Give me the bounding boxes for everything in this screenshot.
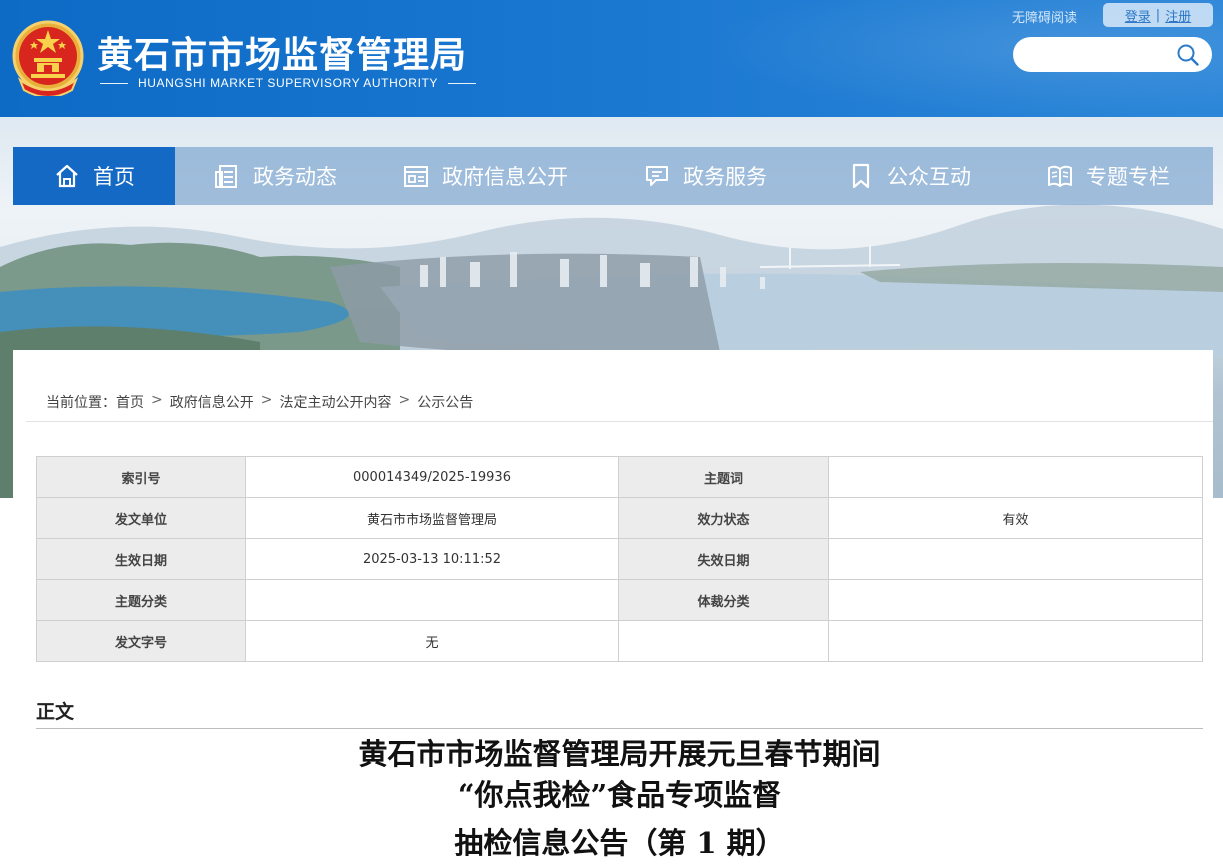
meta-key: 发文单位 — [36, 497, 246, 539]
info-disclosure-icon — [404, 166, 428, 187]
national-emblem-icon — [12, 20, 84, 96]
article-title-line-1: 黄石市市场监督管理局开展元旦春节期间 — [358, 737, 881, 771]
service-chat-icon — [646, 166, 668, 186]
breadcrumb-divider — [26, 421, 1213, 422]
meta-value — [828, 579, 1203, 621]
register-link[interactable]: 注册 — [1165, 6, 1191, 25]
document-metadata-table: 索引号 000014349/2025-19936 主题词 发文单位 黄石市市场监… — [36, 456, 1203, 662]
nav-item-topics[interactable]: 专题专栏 — [1003, 147, 1213, 205]
nav-item-home-label: 首页 — [93, 165, 135, 189]
nav-item-info-disclosure-label: 政府信息公开 — [442, 165, 568, 189]
meta-value — [828, 456, 1203, 498]
meta-key: 发文字号 — [36, 620, 246, 662]
bookmark-icon — [852, 163, 870, 189]
article-title: 黄石市市场监督管理局开展元旦春节期间 “你点我检”食品专项监督 抽检信息公告（第… — [36, 734, 1203, 864]
breadcrumb-separator: > — [260, 392, 273, 408]
main-nav: 首页 政务动态 政府信息公开 政务服务 公众互动 专题专栏 — [13, 147, 1213, 205]
body-section-label: 正文 — [36, 701, 75, 723]
breadcrumb-info-disclosure[interactable]: 政府信息公开 — [170, 392, 254, 412]
auth-box: 登录 | 注册 — [1103, 3, 1213, 27]
table-row: 发文单位 黄石市市场监督管理局 效力状态 有效 — [36, 497, 1203, 539]
nav-item-home[interactable]: 首页 — [13, 147, 175, 205]
nav-item-topics-label: 专题专栏 — [1086, 165, 1170, 189]
breadcrumb-statutory-content[interactable]: 法定主动公开内容 — [279, 392, 391, 412]
article-title-line-3: 抽检信息公告（第 1 期） — [454, 826, 785, 860]
meta-key: 效力状态 — [618, 497, 829, 539]
meta-key: 生效日期 — [36, 538, 246, 580]
meta-value: 有效 — [828, 497, 1203, 539]
accessible-reading-link[interactable]: 无障碍阅读 — [1012, 7, 1077, 26]
login-link[interactable]: 登录 — [1125, 6, 1151, 25]
body-divider — [36, 728, 1203, 729]
nav-item-services[interactable]: 政务服务 — [595, 147, 815, 205]
site-subtitle-text: HUANGSHI MARKET SUPERVISORY AUTHORITY — [138, 76, 439, 90]
auth-separator: | — [1155, 7, 1161, 23]
meta-value — [828, 538, 1203, 580]
breadcrumb-home[interactable]: 首页 — [116, 392, 144, 412]
search-box — [1013, 37, 1212, 72]
nav-item-services-label: 政务服务 — [683, 165, 767, 189]
article-title-line-2: “你点我检”食品专项监督 — [457, 778, 782, 812]
subtitle-right-rule — [448, 82, 477, 84]
meta-value — [828, 620, 1203, 662]
nav-item-interaction-label: 公众互动 — [887, 165, 971, 189]
breadcrumb-separator: > — [151, 392, 163, 408]
table-row: 生效日期 2025-03-13 10:11:52 失效日期 — [36, 538, 1203, 580]
meta-key: 失效日期 — [618, 538, 829, 580]
breadcrumb-prefix: 当前位置： — [46, 395, 116, 411]
nav-item-interaction[interactable]: 公众互动 — [815, 147, 1003, 205]
nav-item-news-label: 政务动态 — [253, 165, 337, 189]
meta-key: 主题词 — [618, 456, 829, 498]
news-icon — [215, 165, 237, 188]
site-header: 黄石市市场监督管理局 HUANGSHI MARKET SUPERVISORY A… — [0, 0, 1223, 117]
meta-value: 2025-03-13 10:11:52 — [245, 538, 619, 580]
subtitle-left-rule — [100, 82, 128, 84]
content-panel: 当前位置： 首页 > 政府信息公开 > 法定主动公开内容 > 公示公告 索引号 … — [13, 350, 1213, 865]
breadcrumb-separator: > — [398, 392, 411, 408]
meta-key: 索引号 — [36, 456, 246, 498]
meta-value: 黄石市市场监督管理局 — [245, 497, 619, 539]
meta-key: 体裁分类 — [618, 579, 829, 621]
open-book-icon — [1048, 165, 1072, 187]
meta-value: 无 — [245, 620, 619, 662]
table-row: 发文字号 无 — [36, 620, 1203, 662]
meta-value: 000014349/2025-19936 — [245, 456, 619, 498]
site-title: 黄石市市场监督管理局 — [97, 35, 468, 76]
breadcrumb: 当前位置： 首页 > 政府信息公开 > 法定主动公开内容 > 公示公告 — [46, 392, 473, 412]
search-input[interactable] — [1027, 46, 1176, 63]
site-subtitle: HUANGSHI MARKET SUPERVISORY AUTHORITY — [100, 76, 477, 90]
meta-value — [245, 579, 619, 621]
table-row: 索引号 000014349/2025-19936 主题词 — [36, 456, 1203, 498]
breadcrumb-announcements[interactable]: 公示公告 — [417, 392, 473, 412]
home-icon — [56, 164, 78, 188]
meta-key — [618, 620, 829, 662]
meta-key: 主题分类 — [36, 579, 246, 621]
search-icon[interactable] — [1176, 43, 1200, 67]
nav-item-info-disclosure[interactable]: 政府信息公开 — [375, 147, 595, 205]
table-row: 主题分类 体裁分类 — [36, 579, 1203, 621]
nav-item-news[interactable]: 政务动态 — [175, 147, 375, 205]
